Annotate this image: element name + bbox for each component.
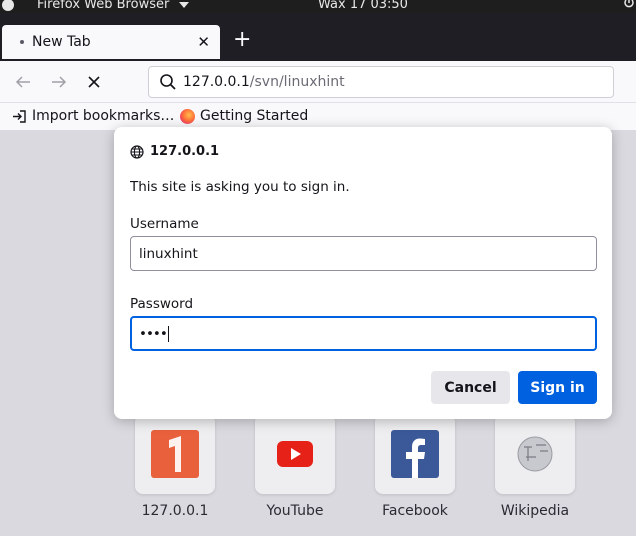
back-arrow-icon (15, 76, 30, 88)
power-icon[interactable] (624, 0, 634, 13)
bookmarks-toolbar: Import bookmarks… Getting Started (0, 103, 636, 130)
app-name: Firefox Web Browser (37, 0, 170, 12)
top-site-label: Facebook (382, 503, 448, 519)
chevron-down-icon (179, 1, 190, 8)
url-path: /svn/linuxhint (249, 74, 345, 90)
youtube-icon (277, 441, 313, 467)
dialog-message: This site is asking you to sign in. (130, 179, 350, 195)
username-field[interactable]: linuxhint (130, 236, 597, 271)
top-site-127[interactable]: 127.0.0.1 (135, 414, 215, 519)
generic-site-icon (151, 430, 199, 478)
forward-arrow-icon (52, 76, 67, 88)
bookmark-label: Getting Started (200, 108, 309, 124)
address-bar[interactable]: 127.0.0.1/svn/linuxhint (148, 66, 614, 98)
text-caret (167, 325, 169, 342)
stop-icon (88, 76, 100, 88)
top-site-facebook[interactable]: Facebook (375, 414, 455, 519)
cancel-button[interactable]: Cancel (431, 371, 510, 404)
tab-title: New Tab (32, 34, 91, 50)
top-site-label: Wikipedia (500, 503, 570, 519)
back-button[interactable] (12, 71, 34, 93)
tab-new-tab[interactable]: New Tab ✕ (2, 25, 220, 59)
import-icon (13, 109, 26, 123)
bookmark-import[interactable]: Import bookmarks… (12, 108, 174, 124)
password-value: •••• (139, 325, 168, 342)
stop-loading-button[interactable] (83, 71, 105, 93)
auth-dialog: 127.0.0.1 This site is asking you to sig… (114, 127, 612, 419)
top-site-youtube[interactable]: YouTube (255, 414, 335, 519)
top-site-tile (255, 414, 335, 494)
password-label: Password (130, 296, 194, 312)
firefox-icon (180, 108, 195, 124)
navigation-bar: 127.0.0.1/svn/linuxhint (0, 61, 636, 103)
sign-in-button[interactable]: Sign in (518, 371, 597, 404)
username-label: Username (130, 216, 199, 232)
dialog-origin-text: 127.0.0.1 (150, 144, 220, 159)
system-top-bar: Firefox Web Browser Wax 17 03:50 (0, 0, 636, 13)
top-site-label: 127.0.0.1 (141, 503, 209, 519)
new-tab-button[interactable]: + (233, 27, 251, 53)
username-value: linuxhint (139, 245, 198, 262)
top-site-wikipedia[interactable]: Wikipedia (495, 414, 575, 519)
search-icon (160, 74, 176, 90)
bookmark-label: Import bookmarks… (32, 108, 175, 124)
forward-button[interactable] (48, 71, 70, 93)
tab-strip: New Tab ✕ + (0, 13, 636, 61)
loading-dot-icon (20, 40, 24, 44)
top-site-tile (495, 414, 575, 494)
bookmark-getting-started[interactable]: Getting Started (180, 108, 308, 124)
top-site-tile (375, 414, 455, 494)
app-menu[interactable]: Firefox Web Browser (2, 0, 190, 12)
url-text: 127.0.0.1/svn/linuxhint (183, 74, 345, 90)
facebook-icon (391, 430, 439, 478)
url-host: 127.0.0.1 (183, 74, 250, 90)
password-field[interactable]: •••• (130, 316, 597, 351)
system-logo-icon (2, 0, 14, 11)
dialog-origin: 127.0.0.1 (130, 144, 219, 159)
wikipedia-icon (517, 436, 553, 472)
globe-icon (130, 144, 144, 159)
close-tab-icon[interactable]: ✕ (197, 33, 210, 51)
top-site-tile (135, 414, 215, 494)
system-clock[interactable]: Wax 17 03:50 (318, 0, 408, 12)
top-site-label: YouTube (266, 503, 324, 519)
